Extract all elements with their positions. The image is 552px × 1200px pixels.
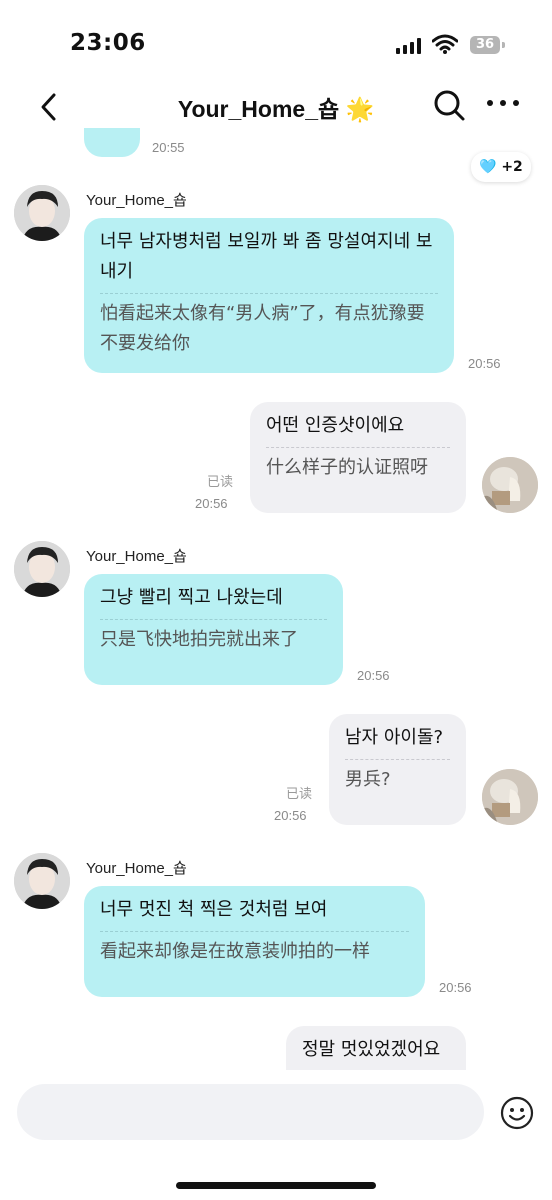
chat-screen: 23:06 36 Your_Home_숍 🌟 20:55 🩵 +2 Your_H… xyxy=(0,0,552,1200)
message-bubble[interactable]: 어떤 인증샷이에요 什么样子的认证照呀 xyxy=(250,402,466,513)
message-bubble[interactable]: 남자 아이돌? 男兵? xyxy=(329,714,466,825)
wifi-icon xyxy=(432,34,458,54)
message-text: 정말 멋있었겠어요 xyxy=(302,1039,441,1060)
battery-icon: 36 xyxy=(470,36,500,54)
home-indicator xyxy=(176,1182,376,1189)
contact-avatar[interactable] xyxy=(14,185,70,241)
battery-tip xyxy=(502,42,505,48)
battery-level: 36 xyxy=(475,37,495,52)
message-input[interactable] xyxy=(17,1084,484,1140)
contact-avatar-image xyxy=(14,541,70,597)
translation-text: 看起来却像是在故意装帅拍的一样 xyxy=(100,941,370,962)
contact-avatar-image xyxy=(14,853,70,909)
message-bubble[interactable]: 정말 멋있었겠어요 xyxy=(286,1026,466,1070)
sender-name: Your_Home_숍 xyxy=(86,548,187,565)
translation-divider xyxy=(345,759,450,760)
search-icon[interactable] xyxy=(432,88,466,124)
message-time: 20:56 xyxy=(468,356,501,371)
status-time: 23:06 xyxy=(70,30,146,56)
translation-divider xyxy=(100,931,409,932)
input-bar xyxy=(0,1070,552,1200)
message-bubble-partial[interactable] xyxy=(84,128,140,157)
message-bubble[interactable]: 그냥 빨리 찍고 나왔는데 只是飞快地拍完就出来了 xyxy=(84,574,343,685)
contact-avatar-image xyxy=(14,185,70,241)
user-avatar[interactable] xyxy=(482,457,538,513)
chat-title: Your_Home_숍 🌟 xyxy=(177,96,375,122)
sender-name: Your_Home_숍 xyxy=(86,860,187,877)
message-bubble[interactable]: 너무 남자병처럼 보일까 봐 좀 망설여지네 보내기 怕看起来太像有“男人病”了… xyxy=(84,218,454,373)
user-avatar-image xyxy=(482,457,538,513)
message-text: 너무 멋진 척 찍은 것처럼 보여 xyxy=(100,899,328,920)
top-nav: Your_Home_숍 🌟 xyxy=(0,86,552,128)
message-bubble[interactable]: 너무 멋진 척 찍은 것처럼 보여 看起来却像是在故意装帅拍的一样 xyxy=(84,886,425,997)
user-avatar-image xyxy=(482,769,538,825)
message-time: 20:56 xyxy=(195,496,228,511)
more-options-icon[interactable] xyxy=(487,100,519,110)
message-text: 남자 아이돌? xyxy=(345,727,444,748)
translation-text: 只是飞快地拍完就出来了 xyxy=(100,629,298,650)
status-bar: 23:06 36 xyxy=(0,0,552,86)
message-time: 20:55 xyxy=(152,140,185,155)
emoji-icon[interactable] xyxy=(500,1096,534,1130)
translation-divider xyxy=(100,293,438,294)
message-time: 20:56 xyxy=(274,808,307,823)
message-text: 어떤 인증샷이에요 xyxy=(266,415,405,436)
read-receipt: 已读 xyxy=(207,475,234,490)
translation-text: 什么样子的认证照呀 xyxy=(266,457,428,478)
translation-text: 男兵? xyxy=(345,769,391,790)
message-time: 20:56 xyxy=(439,980,472,995)
reaction-badge[interactable]: 🩵 +2 xyxy=(471,152,531,182)
message-list[interactable]: 20:55 🩵 +2 Your_Home_숍 너무 남자병처럼 보일까 봐 좀 … xyxy=(0,128,552,1070)
back-arrow-icon[interactable] xyxy=(36,90,64,124)
contact-avatar[interactable] xyxy=(14,541,70,597)
message-text: 그냥 빨리 찍고 나왔는데 xyxy=(100,587,283,608)
user-avatar[interactable] xyxy=(482,769,538,825)
read-receipt: 已读 xyxy=(286,787,313,802)
reaction-count: +2 xyxy=(501,159,523,175)
contact-avatar[interactable] xyxy=(14,853,70,909)
cellular-signal-icon xyxy=(396,38,422,54)
translation-divider xyxy=(266,447,450,448)
message-time: 20:56 xyxy=(357,668,390,683)
message-text: 너무 남자병처럼 보일까 봐 좀 망설여지네 보내기 xyxy=(100,231,433,282)
translation-divider xyxy=(100,619,327,620)
translation-text: 怕看起来太像有“男人病”了，有点犹豫要不要发给你 xyxy=(100,303,425,354)
sender-name: Your_Home_숍 xyxy=(86,192,187,209)
heart-emoji: 🩵 xyxy=(479,159,497,175)
